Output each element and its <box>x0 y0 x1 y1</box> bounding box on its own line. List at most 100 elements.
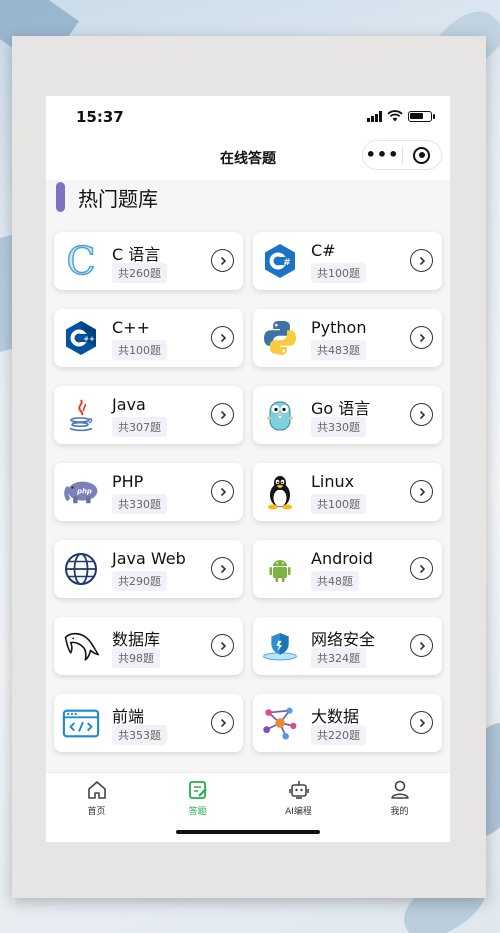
system-icons <box>367 110 435 122</box>
bank-count: 共483题 <box>311 340 366 360</box>
bank-count: 共100题 <box>311 494 366 514</box>
bank-card-frontend[interactable]: 前端 共353题 <box>54 694 243 752</box>
tab-home[interactable]: 首页 <box>46 773 147 842</box>
network-graph-icon <box>261 704 299 742</box>
chevron-right-icon[interactable] <box>410 557 433 580</box>
chevron-right-icon[interactable] <box>211 326 234 349</box>
chevron-right-icon[interactable] <box>211 403 234 426</box>
bank-count: 共330题 <box>311 417 366 437</box>
php-elephant-icon: php <box>62 473 100 511</box>
bank-card-linux[interactable]: Linux 共100题 <box>253 463 442 521</box>
bank-card-go[interactable]: Go 语言 共330题 <box>253 386 442 444</box>
section-header: 热门题库 <box>56 182 158 212</box>
bank-name: Linux <box>311 472 355 491</box>
bank-count: 共307题 <box>112 417 167 437</box>
bank-name: Java Web <box>112 549 186 568</box>
edit-icon <box>188 781 207 799</box>
svg-text:php: php <box>76 488 92 496</box>
nav-bar: 在线答题 ••• <box>46 140 450 180</box>
tab-label: 我的 <box>390 807 409 817</box>
bank-count: 共98题 <box>112 648 160 668</box>
go-gopher-icon <box>261 396 299 434</box>
close-mini-program-button[interactable] <box>403 146 441 164</box>
wifi-icon <box>387 110 403 122</box>
status-bar: 15:37 <box>46 96 450 140</box>
csharp-icon: # <box>261 242 299 280</box>
status-time: 15:37 <box>76 108 124 126</box>
svg-text:C: C <box>66 242 95 280</box>
chevron-right-icon[interactable] <box>211 634 234 657</box>
target-icon <box>413 146 431 164</box>
bank-card-php[interactable]: php PHP 共330题 <box>54 463 243 521</box>
bank-card-security[interactable]: 网络安全 共324题 <box>253 617 442 675</box>
chevron-right-icon[interactable] <box>410 711 433 734</box>
bank-name: Go 语言 <box>311 399 371 418</box>
chevron-right-icon[interactable] <box>211 557 234 580</box>
bank-card-bigdata[interactable]: 大数据 共220题 <box>253 694 442 752</box>
tab-label: 首页 <box>87 807 106 817</box>
chevron-right-icon[interactable] <box>211 711 234 734</box>
c-language-icon: C <box>62 242 100 280</box>
chevron-right-icon[interactable] <box>410 403 433 426</box>
chevron-right-icon[interactable] <box>410 249 433 272</box>
bank-card-csharp[interactable]: # C# 共100题 <box>253 232 442 290</box>
bank-card-cpp[interactable]: ++ C++ 共100题 <box>54 309 243 367</box>
section-title: 热门题库 <box>78 186 158 211</box>
bank-name: 前端 <box>112 707 145 726</box>
user-icon <box>390 780 409 799</box>
python-icon <box>261 319 299 357</box>
bank-count: 共260题 <box>112 263 167 283</box>
signal-icon <box>367 110 382 122</box>
mini-program-capsule: ••• <box>362 140 442 170</box>
tab-mine[interactable]: 我的 <box>349 773 450 842</box>
bank-name: C# <box>311 241 336 260</box>
bank-card-javaweb[interactable]: Java Web 共290题 <box>54 540 243 598</box>
bank-card-android[interactable]: Android 共48题 <box>253 540 442 598</box>
chevron-right-icon[interactable] <box>410 480 433 503</box>
bank-name: C 语言 <box>112 245 161 264</box>
bank-count: 共100题 <box>311 263 366 283</box>
svg-text:++: ++ <box>83 335 95 343</box>
chevron-right-icon[interactable] <box>410 326 433 349</box>
java-icon <box>62 396 100 434</box>
globe-icon <box>62 550 100 588</box>
linux-tux-icon <box>261 473 299 511</box>
bank-count: 共48题 <box>311 571 359 591</box>
bank-name: Android <box>311 549 373 568</box>
bank-card-java[interactable]: Java 共307题 <box>54 386 243 444</box>
more-menu-button[interactable]: ••• <box>363 140 402 170</box>
bank-card-python[interactable]: Python 共483题 <box>253 309 442 367</box>
bank-name: 数据库 <box>112 630 161 649</box>
section-accent-bar <box>56 182 65 212</box>
app-screen: 15:37 在线答题 ••• 热门题库 C C 语言 共260题 # C# 共1… <box>46 96 450 842</box>
bank-count: 共100题 <box>112 340 167 360</box>
house-icon <box>87 781 106 799</box>
bank-name: PHP <box>112 472 144 491</box>
code-window-icon <box>62 704 100 742</box>
bank-name: 大数据 <box>311 707 360 726</box>
tab-label: 答题 <box>188 807 207 817</box>
bank-count: 共324题 <box>311 648 366 668</box>
chevron-right-icon[interactable] <box>211 249 234 272</box>
tab-label: AI编程 <box>285 807 312 817</box>
chevron-right-icon[interactable] <box>211 480 234 503</box>
battery-icon <box>408 110 435 122</box>
shield-icon <box>261 627 299 665</box>
bank-card-c[interactable]: C C 语言 共260题 <box>54 232 243 290</box>
bank-name: C++ <box>112 318 150 337</box>
bank-count: 共220题 <box>311 725 366 745</box>
chevron-right-icon[interactable] <box>410 634 433 657</box>
bank-count: 共290题 <box>112 571 167 591</box>
svg-text:#: # <box>283 258 291 268</box>
dolphin-icon <box>62 627 100 665</box>
bank-name: Java <box>112 395 146 414</box>
cpp-icon: ++ <box>62 319 100 357</box>
bank-count: 共330题 <box>112 494 167 514</box>
robot-icon <box>288 781 309 799</box>
bank-count: 共353题 <box>112 725 167 745</box>
android-icon <box>261 550 299 588</box>
bank-card-database[interactable]: 数据库 共98题 <box>54 617 243 675</box>
bank-name: 网络安全 <box>311 630 376 649</box>
home-indicator <box>176 830 320 834</box>
bank-name: Python <box>311 318 367 337</box>
